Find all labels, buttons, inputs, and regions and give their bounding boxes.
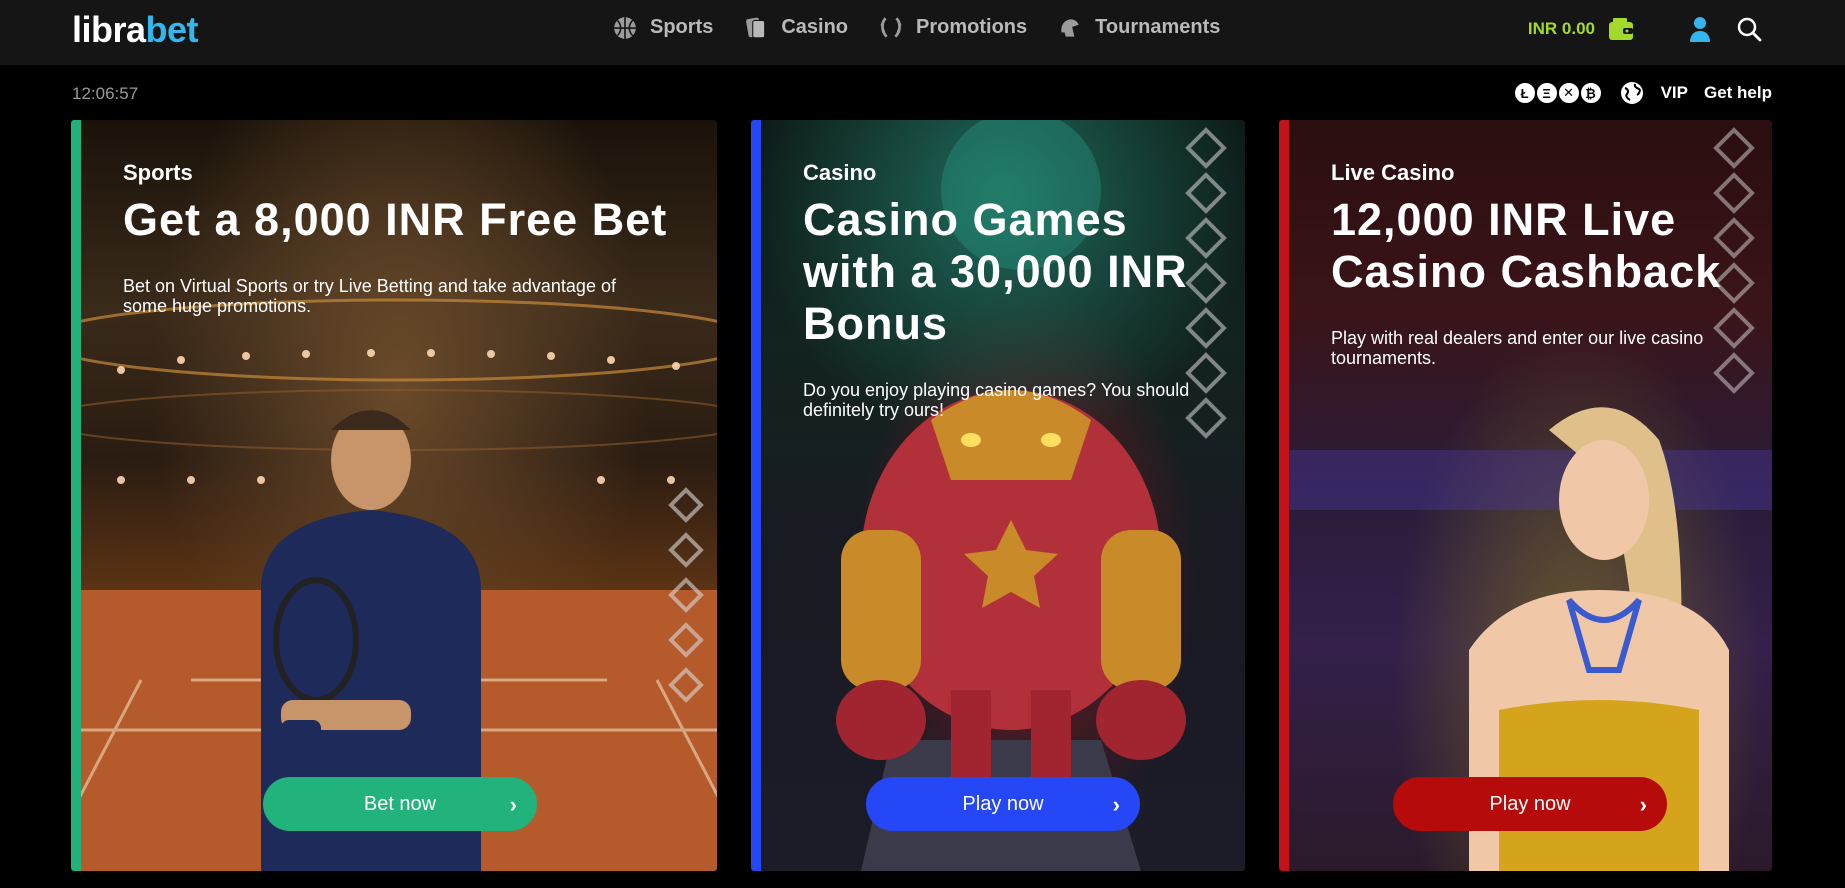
wallet-balance[interactable]: INR 0.00 (1528, 16, 1635, 42)
card-headline: Get a 8,000 INR Free Bet (123, 194, 668, 245)
card-category: Sports (123, 160, 193, 185)
basketball-icon (614, 16, 636, 39)
top-bar: librabet Sports Casino Promotions Tourna… (0, 0, 1845, 65)
nav-tournaments-label: Tournaments (1095, 16, 1221, 38)
clock: 12:06:57 (72, 84, 139, 103)
logo-text-libra: libra (72, 9, 146, 50)
laurel-icon (880, 16, 902, 38)
promo-card-live-casino[interactable]: Live Casino 12,000 INR Live Casino Cashb… (1279, 120, 1772, 871)
golem-character-image (836, 390, 1186, 780)
card-description: Play with real dealers and enter our liv… (1331, 328, 1704, 368)
card-accent-stripe (71, 120, 81, 871)
bitcoin-icon: ₿ (1578, 81, 1603, 105)
promo-card-sports[interactable]: Sports Get a 8,000 INR Free Bet Bet on V… (71, 120, 717, 871)
logo-text-bet: bet (145, 9, 199, 50)
card-content: Casino Casino Games with a 30,000 INR Bo… (803, 160, 1215, 420)
card-content: Live Casino 12,000 INR Live Casino Cashb… (1331, 160, 1742, 368)
bet-now-label: Bet now (363, 792, 437, 815)
play-now-button-live-casino[interactable]: Play now › (1393, 777, 1667, 831)
play-now-label: Play now (1489, 792, 1571, 815)
card-content: Sports Get a 8,000 INR Free Bet Bet on V… (123, 160, 687, 316)
card-description: Do you enjoy playing casino games? You s… (803, 380, 1190, 420)
chevron-right-icon: › (509, 792, 517, 817)
play-now-button-casino[interactable]: Play now › (866, 777, 1140, 831)
ethereum-icon: Ξ (1534, 81, 1559, 105)
bet-now-button[interactable]: Bet now › (263, 777, 537, 831)
chevron-right-icon: › (1112, 792, 1120, 817)
card-description: Bet on Virtual Sports or try Live Bettin… (123, 276, 616, 316)
libra-bet-logo[interactable]: librabet (72, 9, 199, 50)
nav-sports[interactable]: Sports (612, 15, 713, 41)
wallet-balance-text: INR 0.00 (1527, 19, 1595, 38)
helmet-icon (1061, 18, 1079, 37)
card-headline: 12,000 INR Live Casino Cashback (1331, 194, 1722, 297)
user-icon[interactable] (1687, 15, 1713, 43)
nav-sports-label: Sports (650, 16, 714, 38)
get-help-link[interactable]: Get help (1704, 83, 1772, 103)
main-nav: Sports Casino Promotions Tournaments (612, 0, 1220, 55)
nav-tournaments[interactable]: Tournaments (1057, 15, 1220, 41)
play-now-label: Play now (962, 792, 1044, 815)
ripple-icon: ✕ (1556, 81, 1581, 105)
cards-icon (746, 17, 766, 38)
promo-card-casino[interactable]: Casino Casino Games with a 30,000 INR Bo… (751, 120, 1245, 871)
utility-bar: Ł Ξ ✕ ₿ VIP Get help (1512, 80, 1772, 106)
search-icon[interactable] (1736, 16, 1762, 42)
language-globe-icon[interactable] (1619, 80, 1645, 106)
nav-promotions[interactable]: Promotions (878, 15, 1027, 41)
card-accent-stripe (1279, 120, 1289, 871)
card-headline: Casino Games with a 30,000 INR Bonus (803, 194, 1188, 349)
card-category: Live Casino (1331, 160, 1455, 185)
vip-link[interactable]: VIP (1661, 83, 1688, 103)
chevron-right-icon: › (1639, 792, 1647, 817)
card-accent-stripe (751, 120, 761, 871)
nav-promotions-label: Promotions (916, 16, 1028, 38)
nav-casino-label: Casino (781, 16, 849, 38)
wallet-icon (1609, 18, 1633, 40)
crypto-currencies[interactable]: Ł Ξ ✕ ₿ (1512, 81, 1603, 105)
nav-casino[interactable]: Casino (743, 15, 848, 41)
card-category: Casino (803, 160, 877, 185)
litecoin-icon: Ł (1512, 81, 1537, 105)
